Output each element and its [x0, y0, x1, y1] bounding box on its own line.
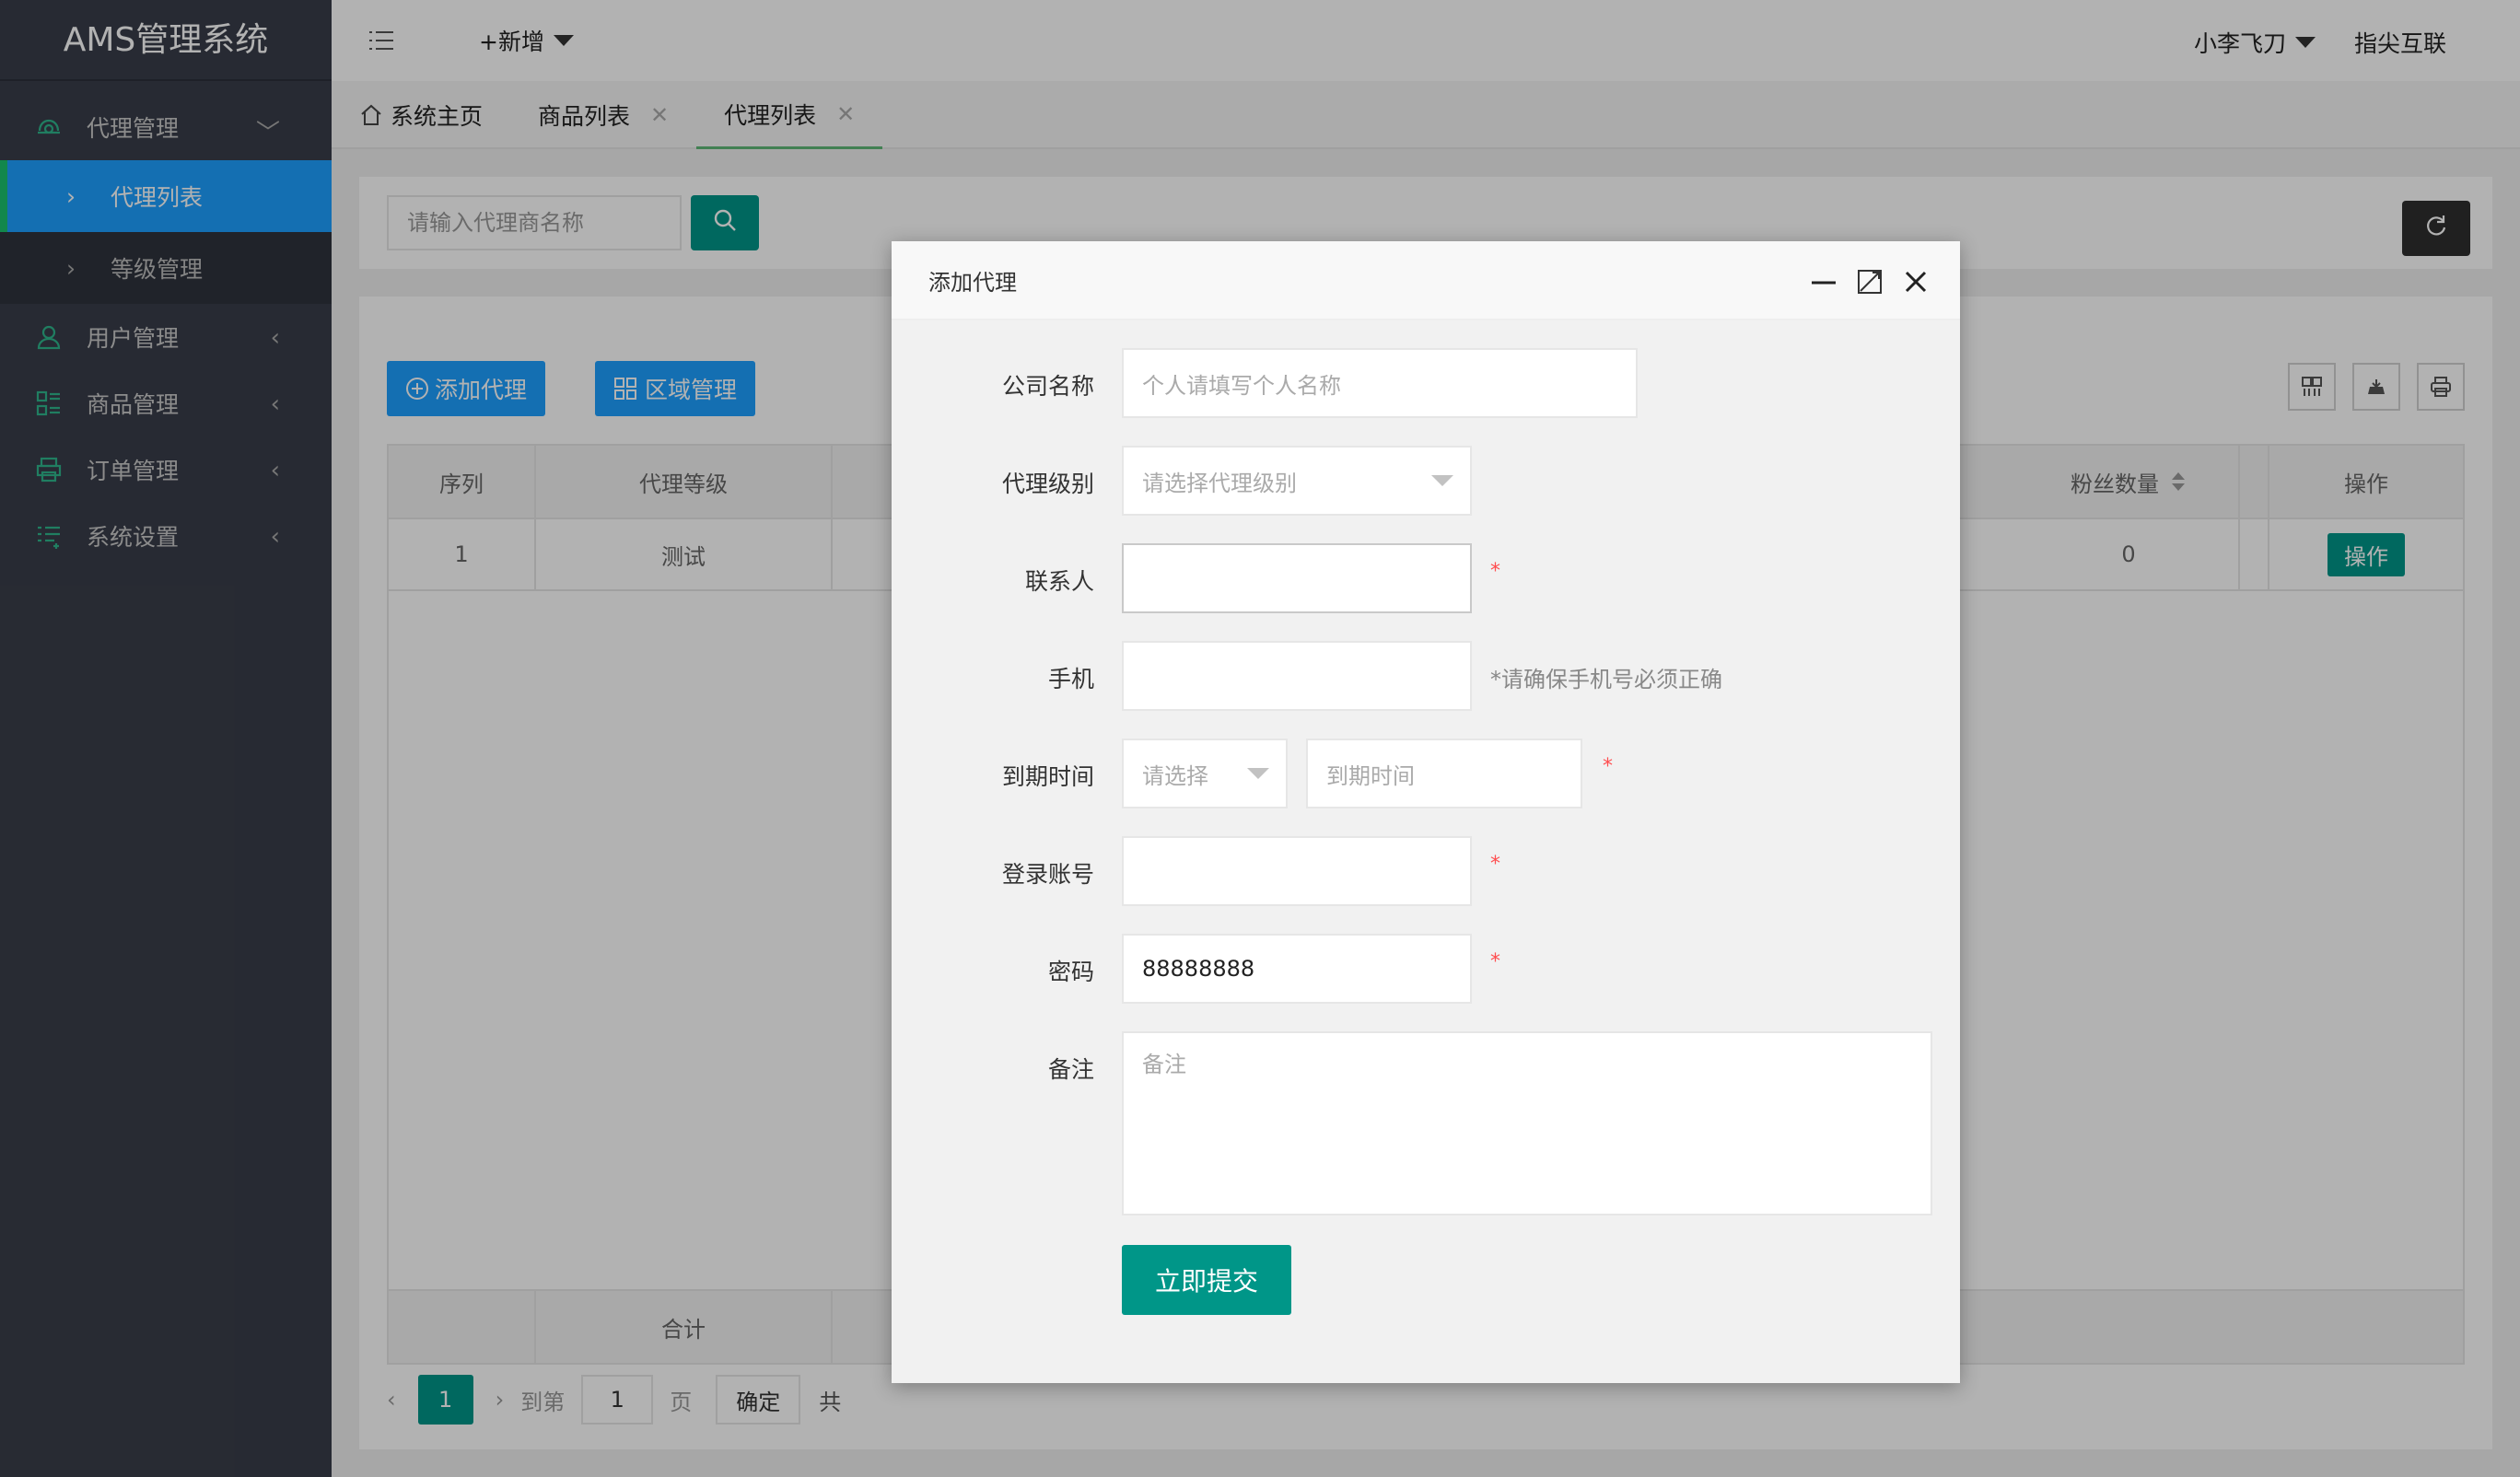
- account-input[interactable]: [1122, 836, 1472, 906]
- phone-label: 手机: [1047, 666, 1094, 692]
- phone-input[interactable]: [1122, 641, 1472, 711]
- expire-date-input[interactable]: 到期时间: [1306, 738, 1582, 808]
- level-label: 代理级别: [1001, 471, 1094, 497]
- field-password: 密码 88888888 *: [892, 934, 1960, 1004]
- minimize-icon[interactable]: [1809, 267, 1838, 297]
- required-mark: *: [1490, 950, 1500, 973]
- contact-input[interactable]: [1122, 543, 1472, 613]
- required-mark: *: [1603, 755, 1613, 778]
- company-label: 公司名称: [1001, 373, 1094, 400]
- field-phone: 手机 *请确保手机号必须正确: [892, 641, 1960, 711]
- account-label: 登录账号: [1001, 861, 1094, 888]
- field-level: 代理级别 请选择代理级别: [892, 446, 1960, 516]
- required-mark: *: [1490, 560, 1500, 583]
- level-select[interactable]: 请选择代理级别: [1122, 446, 1472, 516]
- field-contact: 联系人 *: [892, 543, 1960, 613]
- remark-label: 备注: [1047, 1056, 1094, 1083]
- field-expire: 到期时间 请选择 到期时间 *: [892, 738, 1960, 808]
- field-company: 公司名称 个人请填写个人名称: [892, 348, 1960, 418]
- required-mark: *: [1490, 853, 1500, 876]
- add-agent-modal: 添加代理 公司名称 个人请填写个人名称 代理级别 请选择代理级别 联系人 * 手…: [892, 241, 1960, 1383]
- expire-type-placeholder: 请选择: [1142, 762, 1208, 789]
- remark-textarea[interactable]: 备注: [1122, 1031, 1932, 1215]
- modal-title: 添加代理: [928, 269, 1017, 296]
- maximize-icon[interactable]: [1855, 267, 1884, 297]
- level-select-placeholder: 请选择代理级别: [1142, 470, 1297, 496]
- password-input[interactable]: 88888888: [1122, 934, 1472, 1004]
- submit-button[interactable]: 立即提交: [1122, 1245, 1291, 1315]
- expire-type-select[interactable]: 请选择: [1122, 738, 1288, 808]
- phone-hint: *请确保手机号必须正确: [1490, 667, 1722, 692]
- contact-label: 联系人: [1024, 568, 1094, 595]
- caret-down-icon: [1431, 475, 1453, 486]
- expire-label: 到期时间: [1001, 763, 1094, 790]
- modal-header: 添加代理: [892, 241, 1960, 320]
- caret-down-icon: [1247, 768, 1269, 779]
- password-label: 密码: [1047, 959, 1094, 985]
- company-input[interactable]: 个人请填写个人名称: [1122, 348, 1638, 418]
- close-icon[interactable]: [1901, 267, 1931, 297]
- field-account: 登录账号 *: [892, 836, 1960, 906]
